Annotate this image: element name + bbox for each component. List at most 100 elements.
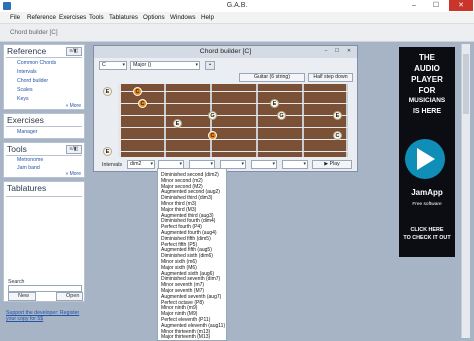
chord-quality-value: Major () bbox=[133, 62, 152, 68]
chord-builder-caption: Chord builder [C] – ☐ ✕ bbox=[94, 46, 357, 58]
string-4 bbox=[118, 127, 348, 128]
menu-file[interactable]: File bbox=[10, 14, 20, 21]
interval-select-5[interactable]: ▾ bbox=[251, 160, 277, 169]
workspace: Reference ≡/◧ Common Chords Intervals Ch… bbox=[0, 42, 474, 341]
string-3 bbox=[118, 115, 348, 116]
reference-panel: Reference ≡/◧ Common Chords Intervals Ch… bbox=[3, 44, 85, 110]
interval-dropdown-list[interactable]: Diminished second (dim2) Minor second (m… bbox=[157, 168, 227, 341]
note-dot[interactable]: E bbox=[270, 99, 279, 108]
chevron-down-icon: ▾ bbox=[210, 161, 213, 167]
support-developer-link[interactable]: Support the developer: Register your cop… bbox=[6, 310, 82, 322]
note-dot[interactable]: C bbox=[333, 131, 342, 140]
open-label: Open bbox=[66, 293, 80, 299]
minimize-button[interactable]: – bbox=[404, 0, 424, 11]
intervals-label: Intervals bbox=[102, 162, 123, 168]
window-maximize-icon[interactable]: ☐ bbox=[333, 48, 341, 55]
note-dot[interactable]: C bbox=[133, 87, 142, 96]
scrollbar-thumb[interactable] bbox=[463, 54, 469, 114]
string-2 bbox=[118, 103, 348, 104]
toolbar: Chord builder [C] bbox=[0, 24, 474, 42]
menu-reference[interactable]: Reference bbox=[27, 14, 56, 21]
tablatures-panel: Tablatures Search New Open bbox=[3, 181, 85, 302]
vertical-scrollbar[interactable] bbox=[461, 44, 470, 338]
tools-toggle-button[interactable]: ≡/◧ bbox=[66, 145, 82, 154]
note-dot[interactable]: G bbox=[208, 111, 217, 120]
search-input[interactable] bbox=[8, 285, 82, 292]
divider bbox=[6, 155, 82, 156]
chevron-down-icon: ▾ bbox=[122, 62, 125, 68]
string-5 bbox=[118, 139, 348, 140]
open-note-marker[interactable]: E bbox=[103, 87, 112, 96]
ad-line: FOR bbox=[418, 86, 436, 95]
menu-exercises[interactable]: Exercises bbox=[59, 14, 86, 21]
guitar-type-button[interactable]: Guitar (6 string) bbox=[239, 73, 305, 82]
ad-line: IS HERE bbox=[412, 108, 441, 115]
sidebar-item-chord-builder[interactable]: Chord builder bbox=[17, 78, 48, 84]
new-label: New bbox=[18, 293, 30, 299]
ad-line: PLAYER bbox=[411, 75, 443, 84]
divider bbox=[6, 196, 82, 197]
exercises-panel: Exercises Manager bbox=[3, 113, 85, 139]
root-note-select[interactable]: C ▾ bbox=[99, 61, 127, 70]
string-6 bbox=[118, 151, 348, 152]
menu-tools[interactable]: Tools bbox=[89, 14, 104, 21]
play-icon bbox=[417, 148, 435, 170]
note-dot[interactable]: E bbox=[173, 119, 182, 128]
sidebar-item-intervals[interactable]: Intervals bbox=[17, 69, 37, 75]
chord-quality-select[interactable]: Major () ▾ bbox=[130, 61, 200, 70]
half-step-down-button[interactable]: Half step down bbox=[308, 73, 353, 82]
ad-line: MUSICIANS bbox=[408, 97, 446, 104]
sidebar-item-keys[interactable]: Keys bbox=[17, 96, 29, 102]
window-title: G.A.B. bbox=[226, 2, 248, 9]
tools-title: Tools bbox=[7, 144, 27, 154]
play-button[interactable]: ▶ Play bbox=[312, 160, 352, 169]
chevron-down-icon: ▾ bbox=[303, 161, 306, 167]
fretboard: E E C C E G C E G E C bbox=[102, 84, 350, 157]
menu-bar: File Reference Exercises Tools Tablature… bbox=[0, 12, 474, 24]
new-button[interactable]: New bbox=[8, 292, 36, 301]
open-button[interactable]: Open bbox=[56, 292, 83, 301]
save-icon[interactable]: ▪ bbox=[205, 61, 215, 70]
reference-title: Reference bbox=[7, 46, 47, 56]
note-dot[interactable]: C bbox=[208, 131, 217, 140]
sidebar-item-scales[interactable]: Scales bbox=[17, 87, 33, 93]
tablatures-title: Tablatures bbox=[7, 183, 47, 193]
ad-brand: JamApp bbox=[411, 188, 443, 197]
note-dot[interactable]: G bbox=[277, 111, 286, 120]
note-dot[interactable]: C bbox=[138, 99, 147, 108]
fret-1 bbox=[164, 84, 166, 157]
ad-tagline: Free software bbox=[412, 202, 442, 207]
sidebar: Reference ≡/◧ Common Chords Intervals Ch… bbox=[3, 44, 85, 334]
ad-cta: TO CHECK IT OUT bbox=[403, 235, 451, 241]
menu-options[interactable]: Options bbox=[143, 14, 165, 21]
fret-5 bbox=[346, 84, 348, 157]
divider bbox=[6, 126, 82, 127]
reference-toggle-button[interactable]: ≡/◧ bbox=[66, 47, 82, 56]
reference-more-link[interactable]: » More bbox=[65, 103, 81, 109]
ad-banner[interactable]: THE AUDIO PLAYER FOR MUSICIANS IS HERE J… bbox=[399, 47, 455, 257]
tools-panel: Tools ≡/◧ Metronome Jam band » More bbox=[3, 142, 85, 178]
root-note-value: C bbox=[102, 62, 106, 68]
note-dot[interactable]: E bbox=[333, 111, 342, 120]
interval-select[interactable]: dim2 ▾ bbox=[127, 160, 155, 169]
menu-tablatures[interactable]: Tablatures bbox=[109, 14, 138, 21]
sidebar-item-metronome[interactable]: Metronome bbox=[17, 157, 43, 163]
close-button[interactable]: ✕ bbox=[449, 0, 473, 11]
menu-help[interactable]: Help bbox=[201, 14, 214, 21]
sidebar-item-common-chords[interactable]: Common Chords bbox=[17, 60, 56, 66]
open-note-marker[interactable]: E bbox=[103, 147, 112, 156]
nut bbox=[118, 84, 121, 157]
maximize-button[interactable]: ☐ bbox=[426, 0, 446, 11]
sidebar-item-manager[interactable]: Manager bbox=[17, 129, 37, 135]
window-close-icon[interactable]: ✕ bbox=[345, 48, 353, 55]
chord-builder-tab[interactable]: Chord builder [C] bbox=[8, 27, 60, 39]
fretboard-wood bbox=[118, 84, 348, 157]
menu-windows[interactable]: Windows bbox=[170, 14, 196, 21]
chevron-down-icon: ▾ bbox=[179, 161, 182, 167]
sidebar-item-jam-band[interactable]: Jam band bbox=[17, 165, 40, 171]
chevron-down-icon: ▾ bbox=[195, 62, 198, 68]
interval-select-6[interactable]: ▾ bbox=[282, 160, 308, 169]
dropdown-option[interactable]: Major thirteenth (M13) bbox=[161, 334, 210, 340]
tools-more-link[interactable]: » More bbox=[65, 171, 81, 177]
window-minimize-icon[interactable]: – bbox=[322, 48, 330, 55]
